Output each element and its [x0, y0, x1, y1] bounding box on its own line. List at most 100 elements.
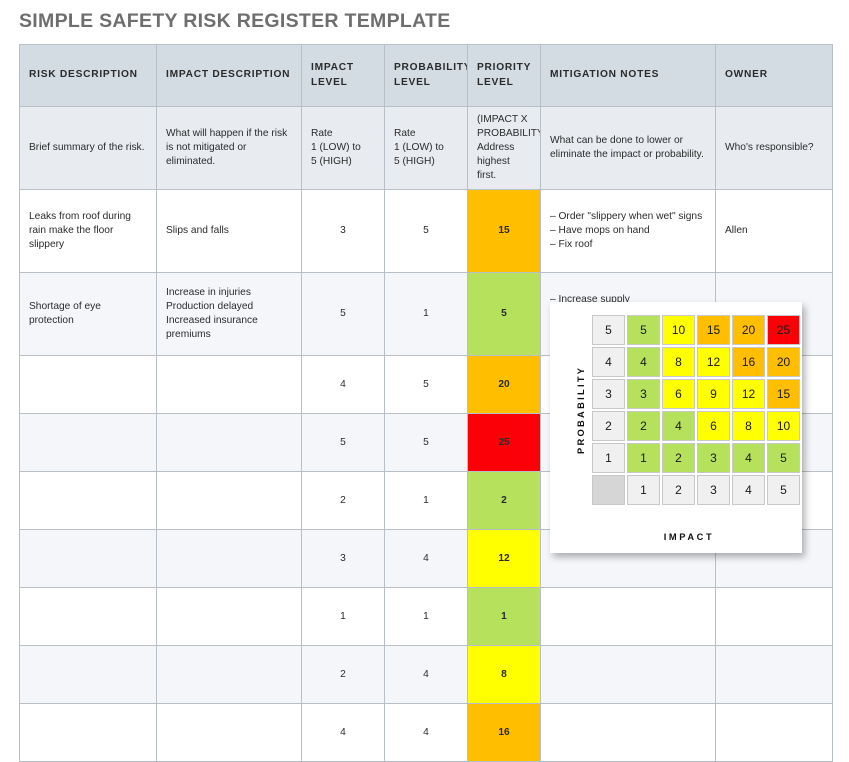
column-header-line1: IMPACT: [311, 62, 354, 74]
cell-impact-level[interactable]: 4: [301, 703, 385, 762]
column-header-line2: LEVEL: [477, 76, 514, 88]
cell-impact-description[interactable]: Increase in injuries Production delayed …: [156, 272, 302, 357]
cell-risk-description[interactable]: Shortage of eye protection: [19, 272, 157, 357]
cell-probability-level[interactable]: 4: [384, 529, 468, 589]
matrix-cell: 4: [627, 347, 660, 377]
cell-risk-description[interactable]: Leaks from roof during rain make the flo…: [19, 189, 157, 274]
table-row[interactable]: 4 4 16: [19, 703, 833, 762]
risk-matrix-grid-container: PROBABILITY 5 5 10 15 20 25 4 4 8 12 16 20 3 3 6 9 12 15 2…: [576, 313, 802, 507]
cell-probability-level[interactable]: 1: [384, 471, 468, 531]
cell-owner[interactable]: [715, 587, 833, 647]
matrix-probability-tick: 4: [592, 347, 625, 377]
instruction-cell-risk-description: Brief summary of the risk.: [19, 105, 157, 191]
column-header-5: MITIGATION NOTES: [540, 44, 716, 107]
cell-impact-description[interactable]: [156, 413, 302, 473]
cell-risk-description[interactable]: [19, 471, 157, 531]
matrix-cell: 1: [627, 443, 660, 473]
instruction-cell-impact-description: What will happen if the risk is not miti…: [156, 105, 302, 191]
cell-risk-description[interactable]: [19, 413, 157, 473]
matrix-cell: 20: [767, 347, 800, 377]
matrix-cell: 2: [662, 443, 695, 473]
cell-impact-level[interactable]: 2: [301, 645, 385, 705]
column-header-line2: LEVEL: [311, 76, 348, 88]
cell-mitigation-notes[interactable]: – Order "slippery when wet" signs – Have…: [540, 189, 716, 274]
cell-impact-description[interactable]: [156, 529, 302, 589]
matrix-cell: 20: [732, 315, 765, 345]
instruction-cell-impact-level: Rate 1 (LOW) to 5 (HIGH): [301, 105, 385, 191]
cell-mitigation-notes[interactable]: [540, 703, 716, 762]
page-title: SIMPLE SAFETY RISK REGISTER TEMPLATE: [19, 10, 451, 32]
cell-impact-description[interactable]: Slips and falls: [156, 189, 302, 274]
cell-impact-description[interactable]: [156, 645, 302, 705]
cell-risk-description[interactable]: [19, 587, 157, 647]
cell-probability-level[interactable]: 1: [384, 587, 468, 647]
matrix-cell: 8: [662, 347, 695, 377]
cell-priority-level[interactable]: 12: [467, 529, 541, 589]
table-row[interactable]: 248: [19, 645, 833, 705]
cell-impact-level[interactable]: 5: [301, 272, 385, 357]
matrix-impact-tick: 5: [767, 475, 800, 505]
cell-risk-description[interactable]: [19, 645, 157, 705]
risk-matrix-panel: PROBABILITY 5 5 10 15 20 25 4 4 8 12 16 20 3 3 6 9 12 15 2…: [550, 302, 802, 553]
cell-impact-description[interactable]: [156, 587, 302, 647]
cell-mitigation-notes[interactable]: [540, 587, 716, 647]
cell-owner[interactable]: Allen: [715, 189, 833, 274]
cell-probability-level[interactable]: 4: [384, 645, 468, 705]
cell-priority-level[interactable]: 16: [467, 703, 541, 762]
cell-priority-level[interactable]: 8: [467, 645, 541, 705]
cell-priority-level[interactable]: 5: [467, 272, 541, 357]
cell-impact-level[interactable]: 3: [301, 529, 385, 589]
cell-impact-level[interactable]: 2: [301, 471, 385, 531]
matrix-cell: 4: [662, 411, 695, 441]
cell-probability-level[interactable]: 5: [384, 413, 468, 473]
cell-mitigation-notes[interactable]: [540, 645, 716, 705]
column-header-line1: PRIORITY: [477, 62, 532, 74]
cell-impact-description[interactable]: [156, 355, 302, 415]
matrix-cell: 15: [767, 379, 800, 409]
matrix-cell: 6: [697, 411, 730, 441]
column-header-4: PRIORITY LEVEL: [467, 44, 541, 107]
cell-probability-level[interactable]: 4: [384, 703, 468, 762]
cell-priority-level[interactable]: 1: [467, 587, 541, 647]
cell-risk-description[interactable]: [19, 529, 157, 589]
cell-impact-level[interactable]: 4: [301, 355, 385, 415]
cell-risk-description[interactable]: [19, 703, 157, 762]
column-header-line1: PROBABILITY: [394, 62, 468, 74]
matrix-cell: 16: [732, 347, 765, 377]
matrix-probability-tick: 1: [592, 443, 625, 473]
table-row[interactable]: 111: [19, 587, 833, 647]
matrix-cell: 5: [627, 315, 660, 345]
cell-owner[interactable]: [715, 645, 833, 705]
matrix-cell: 6: [662, 379, 695, 409]
cell-impact-level[interactable]: 3: [301, 189, 385, 274]
matrix-cell: 10: [767, 411, 800, 441]
instruction-cell-owner: Who's responsible?: [715, 105, 833, 191]
matrix-cell: 3: [697, 443, 730, 473]
column-header-2: IMPACT LEVEL: [301, 44, 385, 107]
matrix-probability-tick: 5: [592, 315, 625, 345]
cell-impact-description[interactable]: [156, 703, 302, 762]
matrix-row: 5 5 10 15 20 25: [592, 315, 800, 345]
cell-priority-level[interactable]: 15: [467, 189, 541, 274]
cell-probability-level[interactable]: 1: [384, 272, 468, 357]
matrix-cell: 10: [662, 315, 695, 345]
cell-probability-level[interactable]: 5: [384, 189, 468, 274]
cell-impact-level[interactable]: 1: [301, 587, 385, 647]
matrix-cell: 3: [627, 379, 660, 409]
cell-priority-level[interactable]: 2: [467, 471, 541, 531]
matrix-corner-cell: [592, 475, 625, 505]
cell-impact-level[interactable]: 5: [301, 413, 385, 473]
header-row: RISK DESCRIPTION IMPACT DESCRIPTION IMPACT…: [19, 44, 833, 107]
matrix-row: 4 4 8 12 16 20: [592, 347, 800, 377]
table-header: RISK DESCRIPTION IMPACT DESCRIPTION IMPACT…: [19, 44, 833, 107]
table-row[interactable]: Leaks from roof during rain make the flo…: [19, 189, 833, 274]
column-header-6: OWNER: [715, 44, 833, 107]
cell-probability-level[interactable]: 5: [384, 355, 468, 415]
instruction-cell-probability-level: Rate 1 (LOW) to 5 (HIGH): [384, 105, 468, 191]
cell-owner[interactable]: [715, 703, 833, 762]
cell-impact-description[interactable]: [156, 471, 302, 531]
matrix-cell: 15: [697, 315, 730, 345]
cell-risk-description[interactable]: [19, 355, 157, 415]
cell-priority-level[interactable]: 20: [467, 355, 541, 415]
cell-priority-level[interactable]: 25: [467, 413, 541, 473]
